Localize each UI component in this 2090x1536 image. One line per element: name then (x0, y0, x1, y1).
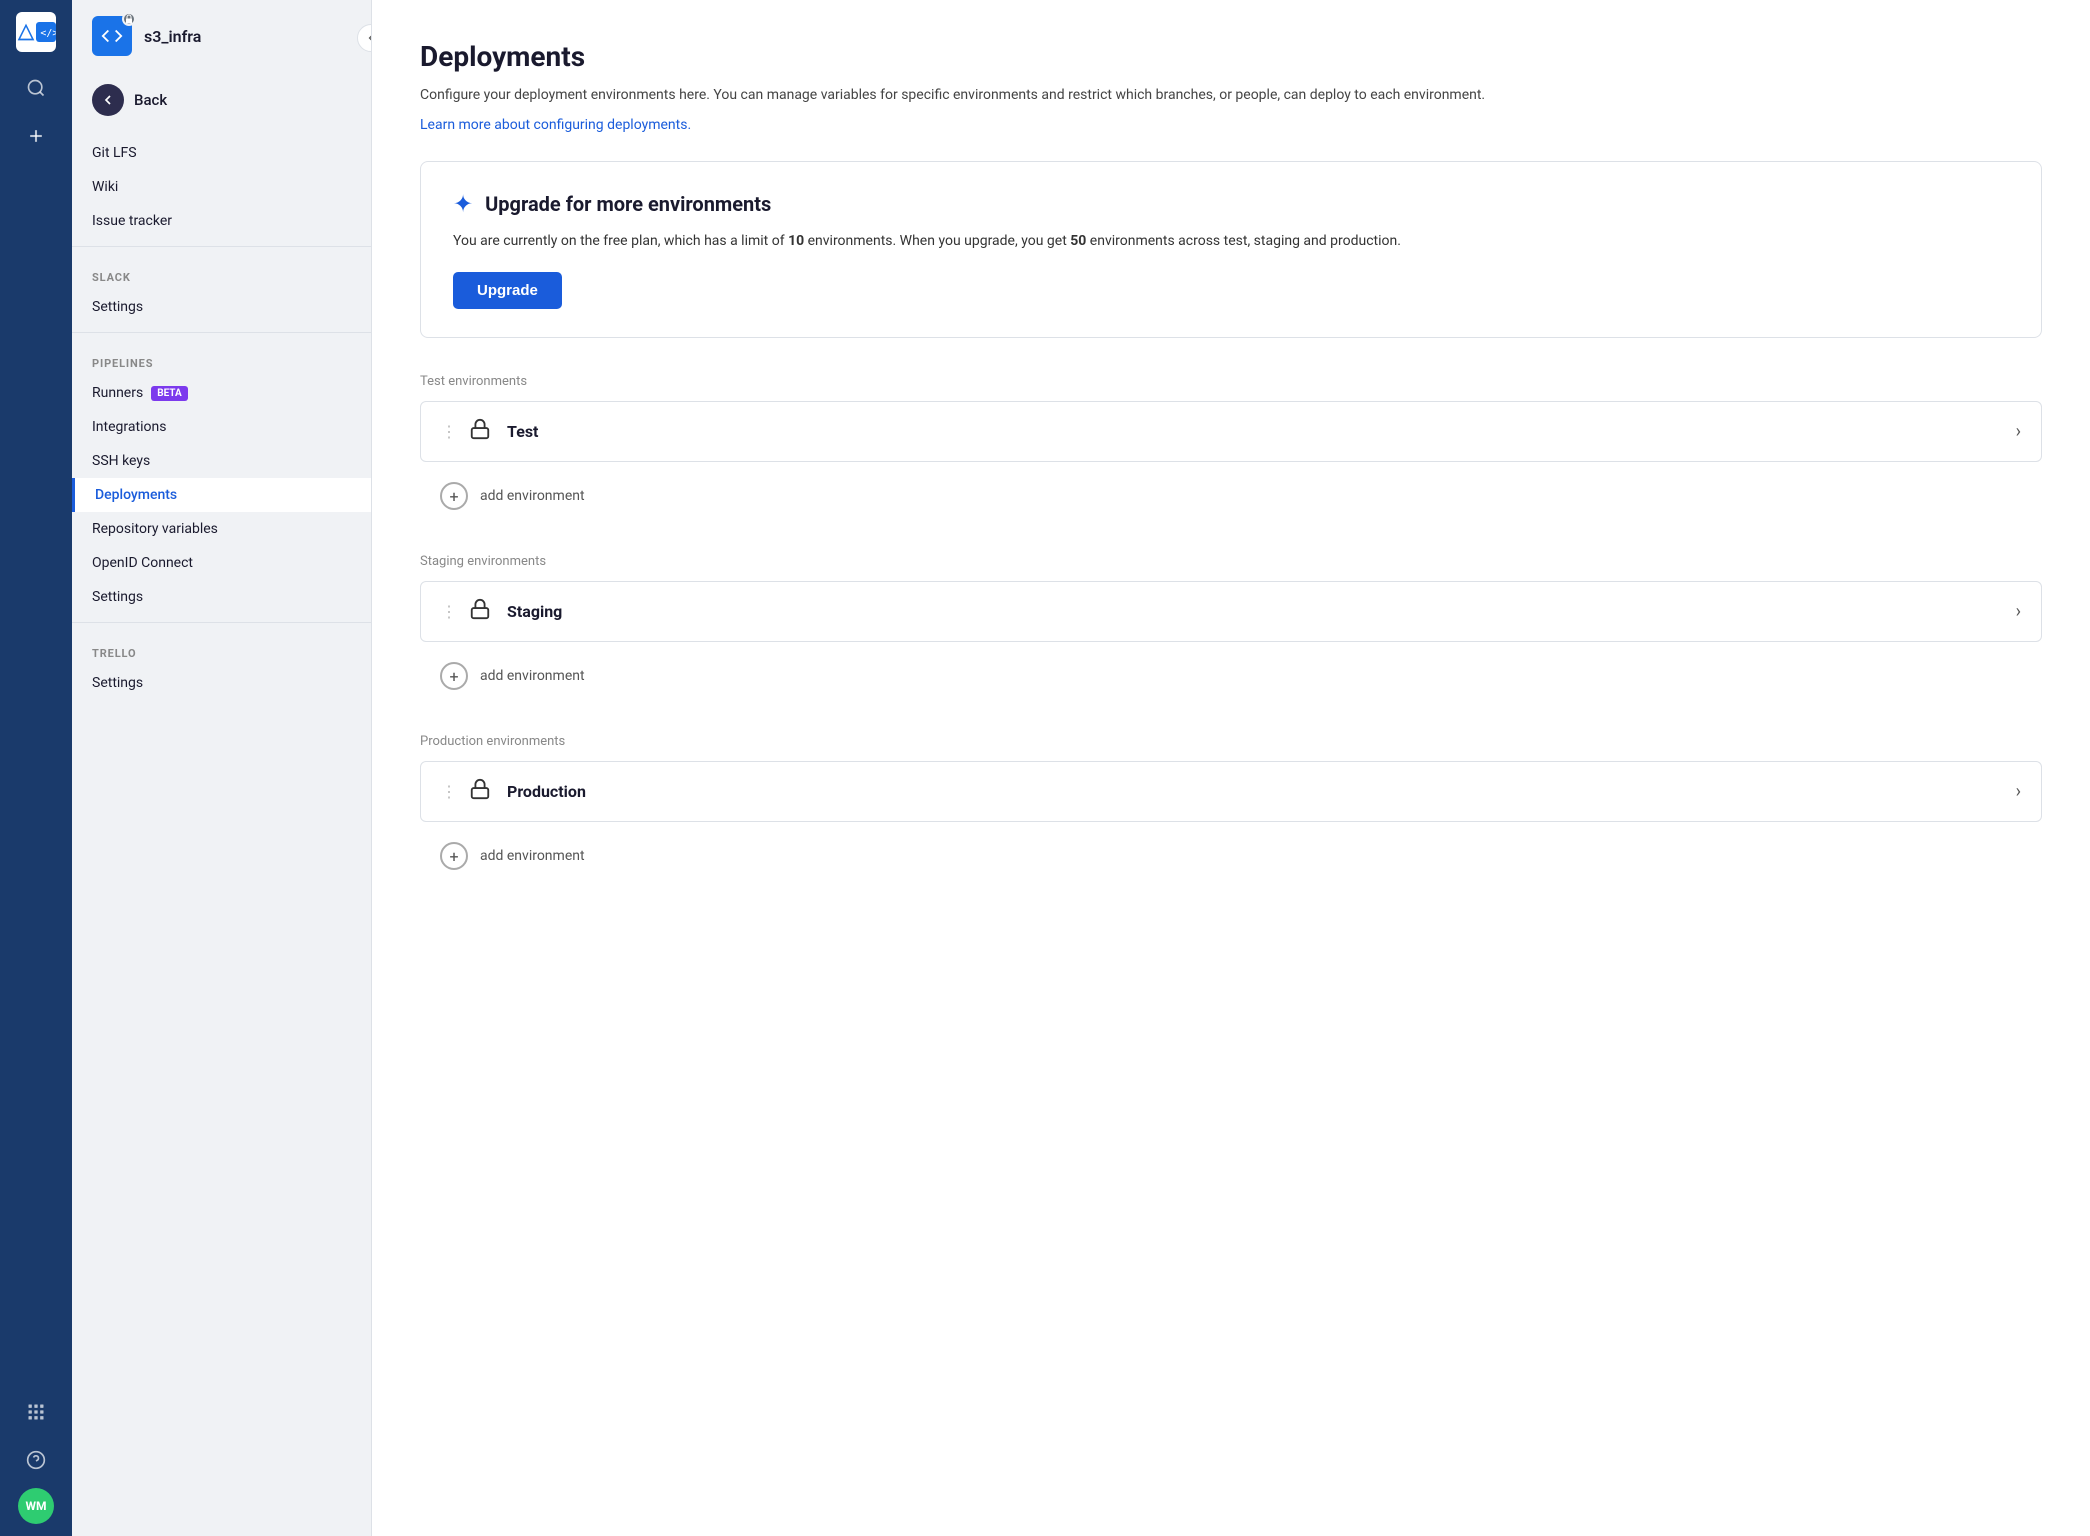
sidebar-item-slack-settings[interactable]: Settings (72, 290, 371, 324)
sidebar-nav: Git LFS Wiki Issue tracker SLACK Setting… (72, 128, 371, 708)
repo-name: s3_infra (144, 27, 201, 46)
upgrade-card-header: ✦ Upgrade for more environments (453, 190, 2009, 218)
drag-handle-icon: ⋮ (441, 782, 457, 801)
page-description: Configure your deployment environments h… (420, 85, 2042, 106)
svg-text:</>: </> (40, 28, 56, 39)
sidebar-item-openid-connect[interactable]: OpenID Connect (72, 546, 371, 580)
chevron-right-icon: › (2016, 421, 2021, 442)
trello-section-label: TRELLO (72, 631, 371, 666)
test-environments-label: Test environments (420, 374, 2042, 389)
back-button[interactable]: Back (72, 72, 371, 128)
add-staging-env-label: add environment (480, 668, 585, 684)
sidebar-header: s3_infra (72, 0, 371, 72)
collapse-sidebar-button[interactable] (357, 24, 372, 52)
create-button[interactable] (16, 116, 56, 156)
back-icon (92, 84, 124, 116)
staging-environments-section: Staging environments ⋮ Staging › + add e… (420, 554, 2042, 702)
user-avatar[interactable]: WM (18, 1488, 54, 1524)
sidebar: s3_infra Back Git LFS Wiki Issue tracker… (72, 0, 372, 1536)
upgrade-card-desc: You are currently on the free plan, whic… (453, 230, 2009, 252)
add-test-environment-button[interactable]: + add environment (420, 470, 2042, 522)
test-environments-section: Test environments ⋮ Test › + add environ… (420, 374, 2042, 522)
test-env-name: Test (507, 422, 2016, 441)
production-environment-item[interactable]: ⋮ Production › (420, 761, 2042, 822)
sidebar-item-repository-variables[interactable]: Repository variables (72, 512, 371, 546)
staging-environment-item[interactable]: ⋮ Staging › (420, 581, 2042, 642)
limit-number: 10 (788, 233, 804, 249)
pipelines-section-label: PIPELINES (72, 341, 371, 376)
production-environments-label: Production environments (420, 734, 2042, 749)
app-logo[interactable]: </> (16, 12, 56, 52)
upgrade-card-title: Upgrade for more environments (485, 192, 771, 216)
sidebar-item-ssh-keys[interactable]: SSH keys (72, 444, 371, 478)
upgrade-number: 50 (1070, 233, 1086, 249)
drag-handle-icon: ⋮ (441, 602, 457, 621)
upgrade-button[interactable]: Upgrade (453, 272, 562, 309)
sidebar-item-trello-settings[interactable]: Settings (72, 666, 371, 700)
help-button[interactable] (16, 1440, 56, 1480)
sidebar-item-wiki[interactable]: Wiki (72, 170, 371, 204)
production-environments-section: Production environments ⋮ Production › +… (420, 734, 2042, 882)
staging-env-name: Staging (507, 602, 2016, 621)
lock-icon (469, 598, 491, 625)
back-label: Back (134, 91, 167, 109)
chevron-right-icon: › (2016, 601, 2021, 622)
sidebar-item-deployments[interactable]: Deployments (72, 478, 371, 512)
repo-icon (92, 16, 132, 56)
chevron-right-icon: › (2016, 781, 2021, 802)
add-production-env-label: add environment (480, 848, 585, 864)
add-plus-icon: + (440, 482, 468, 510)
lock-badge (122, 12, 136, 26)
icon-bar: </> WM (0, 0, 72, 1536)
spark-icon: ✦ (453, 190, 473, 218)
runners-label: Runners (92, 385, 143, 401)
production-env-name: Production (507, 782, 2016, 801)
sidebar-item-issue-tracker[interactable]: Issue tracker (72, 204, 371, 238)
add-test-env-label: add environment (480, 488, 585, 504)
lock-icon (469, 778, 491, 805)
sidebar-item-pipelines-settings[interactable]: Settings (72, 580, 371, 614)
test-environment-item[interactable]: ⋮ Test › (420, 401, 2042, 462)
add-plus-icon: + (440, 662, 468, 690)
grid-button[interactable] (16, 1392, 56, 1432)
lock-icon (469, 418, 491, 445)
sidebar-item-runners[interactable]: Runners BETA (72, 376, 371, 410)
search-button[interactable] (16, 68, 56, 108)
add-production-environment-button[interactable]: + add environment (420, 830, 2042, 882)
main-content: Deployments Configure your deployment en… (372, 0, 2090, 1536)
beta-badge: BETA (151, 386, 188, 401)
staging-environments-label: Staging environments (420, 554, 2042, 569)
learn-more-link[interactable]: Learn more about configuring deployments… (420, 117, 691, 133)
divider-2 (72, 332, 371, 333)
divider-3 (72, 622, 371, 623)
sidebar-item-integrations[interactable]: Integrations (72, 410, 371, 444)
sidebar-item-git-lfs[interactable]: Git LFS (72, 136, 371, 170)
drag-handle-icon: ⋮ (441, 422, 457, 441)
add-plus-icon: + (440, 842, 468, 870)
add-staging-environment-button[interactable]: + add environment (420, 650, 2042, 702)
page-title: Deployments (420, 40, 2042, 73)
slack-section-label: SLACK (72, 255, 371, 290)
divider-1 (72, 246, 371, 247)
upgrade-card: ✦ Upgrade for more environments You are … (420, 161, 2042, 338)
